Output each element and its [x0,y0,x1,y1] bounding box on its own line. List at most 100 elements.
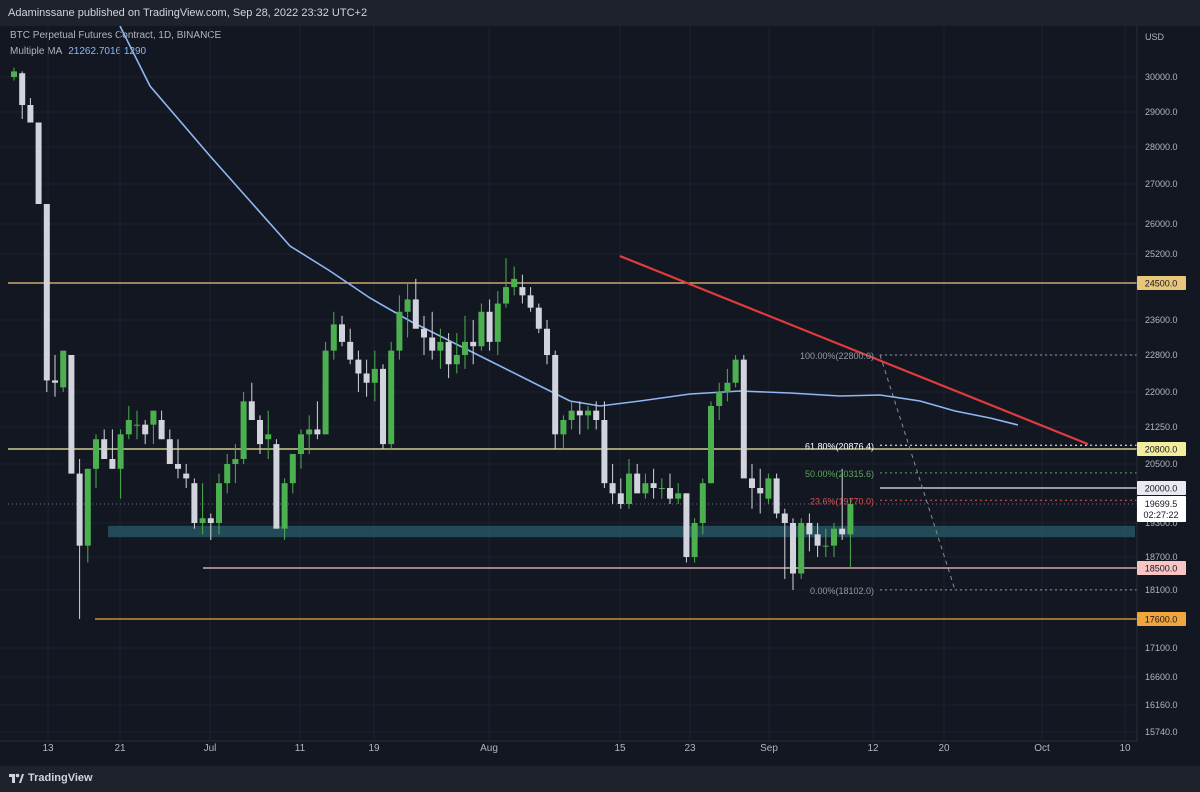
fib-level-label: 61.80%(20876.4) [805,441,874,451]
candle [478,303,485,351]
candle-body [35,122,42,204]
candle-body [847,504,854,535]
price-axis-tick: 16160.0 [1145,700,1178,710]
price-axis-tick: 18700.0 [1145,552,1178,562]
candle [601,401,608,488]
time-axis-tick: Oct [1034,743,1050,754]
price-axis-tick: 27000.0 [1145,179,1178,189]
candle [683,493,690,563]
candle [576,401,583,435]
candle-body [511,278,518,288]
candle [380,364,386,449]
candle-body [306,429,313,435]
tradingview-logo[interactable]: TradingView [8,772,93,784]
candle [76,459,83,619]
candle-body [560,420,567,435]
candle [667,473,673,504]
candle-body [732,359,739,383]
candle-body [183,473,190,479]
candle-body [699,483,706,523]
candle-body [617,493,624,504]
time-axis-tick: 11 [295,743,306,754]
candle-body [716,392,723,406]
price-chart[interactable]: 100.00%(22800.0) 61.80%(20876.4) 50.00%(20… [0,26,1200,766]
candle [519,274,526,304]
level-label: 20800.0 [1145,445,1178,455]
candle-body [503,287,509,304]
candle-body [11,71,17,77]
current-price-countdown: 02:27:22 [1143,510,1178,520]
candle-body [322,350,329,435]
candle [314,401,321,440]
fib-level-label: 100.00%(22800.0) [800,351,874,361]
candle-body [601,420,608,484]
publish-info: Adaminssane published on TradingView.com… [8,7,368,19]
candle-body [60,350,67,388]
candle-body [478,311,485,347]
candle-body [576,410,583,416]
fib-level-label: 50.00%(20315.6) [805,469,874,479]
price-axis-tick: 16600.0 [1145,672,1178,682]
candle [658,478,665,499]
candle-body [822,545,829,547]
candle-body [363,373,370,383]
candle-body [380,368,386,445]
candle [634,464,641,494]
candle [675,483,682,504]
candle [388,341,395,449]
candle-body [773,478,780,514]
price-axis-tick: 22000.0 [1145,387,1178,397]
candle-body [101,439,108,459]
candle [183,464,190,488]
candle [43,204,50,392]
candle-body [708,406,714,484]
price-axis-tick: 25200.0 [1145,249,1178,259]
price-axis-tick: 20500.0 [1145,459,1178,469]
candle [847,498,854,568]
candle [240,392,247,464]
candle [642,473,649,499]
candle-body [84,468,91,546]
candle [462,315,468,369]
candle [355,350,362,392]
candle-body [839,528,846,535]
candle [691,518,698,563]
candle-body [371,368,378,383]
candle-body [412,299,419,329]
candle-body [134,424,140,426]
candle [626,459,632,509]
candle-body [388,350,395,445]
support-zone [108,525,1135,538]
candle [429,311,436,360]
candle [806,513,813,552]
candle-body [527,295,534,308]
candle-body [757,488,764,494]
candle-body [642,483,649,494]
candle-body [347,341,354,360]
candle-body [125,420,132,435]
candle [412,278,419,329]
candle-body [831,528,837,546]
candle [35,122,42,204]
candle-body [667,488,673,499]
candle-body [781,513,788,523]
candle [322,341,329,435]
candle-body [626,473,632,504]
candle [191,478,198,529]
candle [134,410,140,440]
candle-body [798,523,805,574]
price-axis-tick: 18100.0 [1145,585,1178,595]
price-axis-tick: 29000.0 [1145,107,1178,117]
candle [757,468,764,514]
candle-body [27,105,34,123]
candle-body [683,493,690,557]
candle [84,468,91,563]
candle-body [437,341,444,351]
candle [404,283,411,338]
candle [609,464,616,504]
candle-body [52,380,58,383]
level-label: 24500.0 [1145,279,1178,289]
candle-body [404,299,411,312]
candle-body [650,483,657,488]
candle-body [486,311,493,342]
